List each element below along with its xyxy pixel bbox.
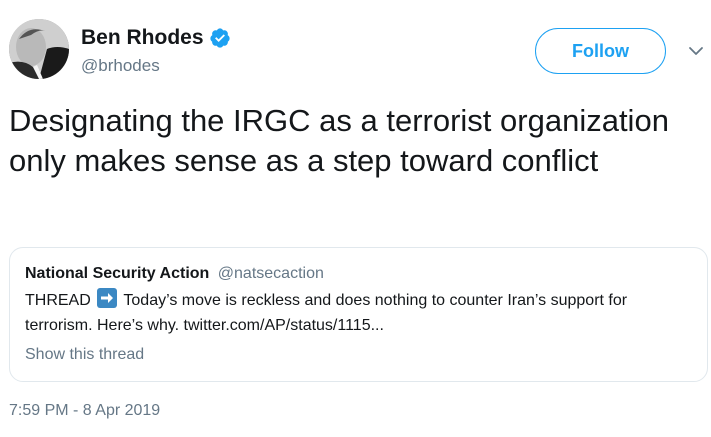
quoted-tweet-card[interactable]: National Security Action @natsecaction T…	[9, 247, 708, 382]
follow-button[interactable]: Follow	[535, 28, 666, 74]
avatar-photo	[9, 19, 69, 79]
author-handle[interactable]: @brhodes	[81, 55, 160, 77]
quoted-tweet-body: THREAD Today’s move is reckless and does…	[25, 288, 695, 338]
verified-badge-icon	[209, 27, 231, 49]
show-thread-link[interactable]: Show this thread	[25, 344, 144, 366]
author-name-row: Ben Rhodes	[81, 24, 231, 52]
quoted-body-prefix: THREAD	[25, 292, 91, 309]
right-arrow-emoji-icon	[97, 288, 118, 308]
author-avatar[interactable]	[9, 19, 69, 79]
tweet-text: Designating the IRGC as a terrorist orga…	[9, 103, 669, 178]
tweet-timestamp[interactable]: 7:59 PM - 8 Apr 2019	[9, 401, 160, 421]
quoted-tweet-header: National Security Action @natsecaction	[25, 263, 324, 285]
chevron-down-icon[interactable]	[688, 43, 704, 59]
quoted-author-handle: @natsecaction	[217, 265, 324, 282]
quoted-author-name: National Security Action	[25, 265, 210, 282]
author-name[interactable]: Ben Rhodes	[81, 24, 204, 52]
